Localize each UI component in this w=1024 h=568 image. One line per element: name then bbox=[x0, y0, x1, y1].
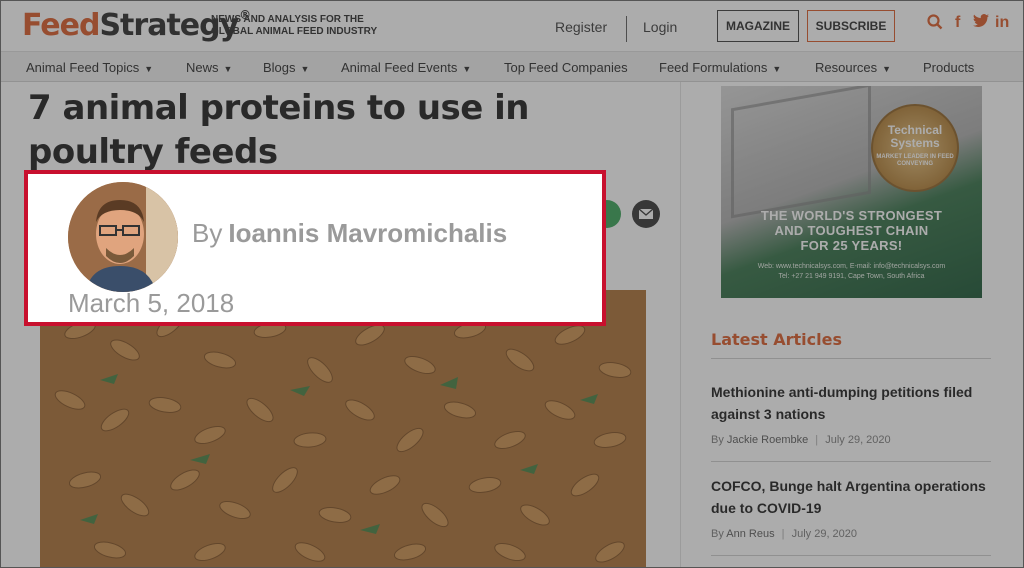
byline-prefix: By bbox=[192, 218, 223, 248]
byline: By Ioannis Mavromichalis bbox=[192, 218, 507, 249]
author-name-link[interactable]: Ioannis Mavromichalis bbox=[228, 218, 507, 248]
avatar[interactable] bbox=[68, 182, 178, 292]
author-highlight-card: By Ioannis Mavromichalis March 5, 2018 bbox=[24, 170, 606, 326]
author-portrait bbox=[68, 182, 178, 292]
publish-date: March 5, 2018 bbox=[68, 288, 235, 318]
